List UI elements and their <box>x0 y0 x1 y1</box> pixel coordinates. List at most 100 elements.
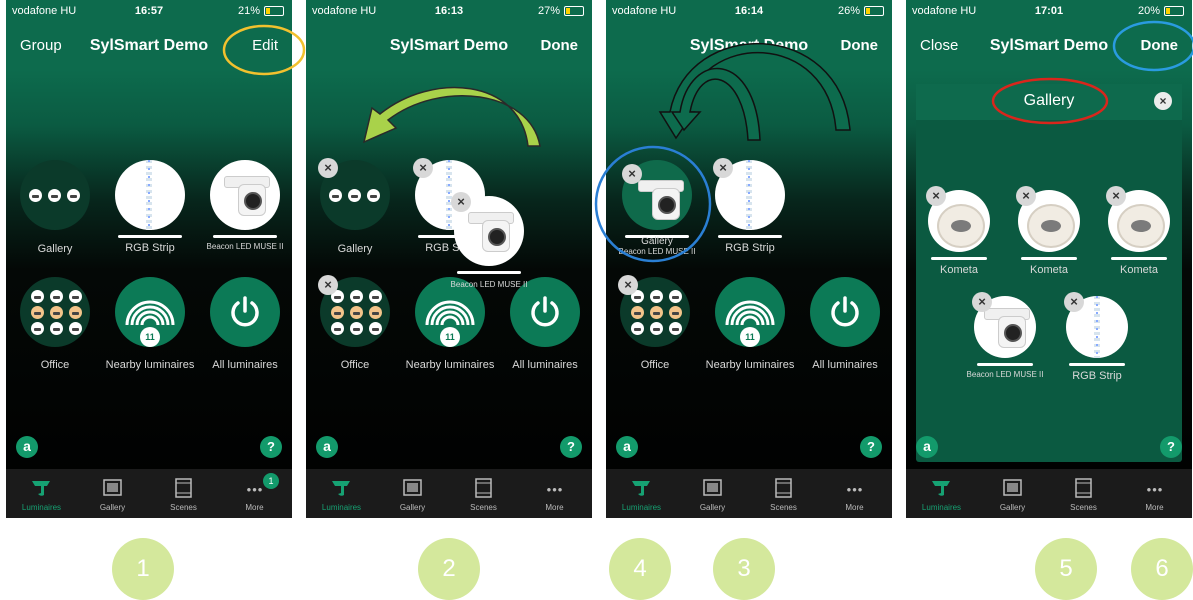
tile-bar <box>1069 363 1125 366</box>
help-button[interactable]: ? <box>860 436 882 458</box>
tile-bar <box>1111 257 1167 260</box>
tile-nearby-luminaires[interactable]: 11 Nearby luminaires <box>103 277 197 371</box>
tile-kometa-3[interactable]: Kometa <box>1094 190 1184 276</box>
remove-icon[interactable]: × <box>713 158 733 178</box>
tab-gallery[interactable]: Gallery <box>77 469 148 518</box>
battery-indicator: 20% <box>1138 5 1184 17</box>
remove-icon[interactable]: × <box>1064 292 1084 312</box>
tab-label: Scenes <box>1070 503 1097 512</box>
tile-label: Nearby luminaires <box>705 359 795 371</box>
scenes-icon <box>175 478 192 498</box>
edit-button[interactable]: Edit <box>252 37 278 54</box>
tile-label: Beacon LED MUSE II <box>206 242 284 251</box>
tab-luminaires[interactable]: Luminaires <box>906 469 977 518</box>
done-button[interactable]: Done <box>541 37 579 54</box>
tile-office[interactable]: Office <box>8 277 102 371</box>
tab-bar: Luminaires Gallery Scenes ••• More <box>306 469 592 518</box>
gallery-icon <box>703 479 722 496</box>
power-icon <box>810 277 880 347</box>
tile-nearby-luminaires[interactable]: 11 Nearby luminaires <box>703 277 797 371</box>
led-strip-icon <box>115 160 185 230</box>
remove-icon[interactable]: × <box>622 164 642 184</box>
tab-gallery[interactable]: Gallery <box>977 469 1048 518</box>
scenes-icon <box>475 478 492 498</box>
tab-scenes[interactable]: Scenes <box>448 469 519 518</box>
gallery-group-panel: Gallery × Kometa × Kometa × Kometa × Bea… <box>916 84 1182 462</box>
remove-icon[interactable]: × <box>618 275 638 295</box>
count-badge: 11 <box>740 327 760 347</box>
step-marker-6: 6 <box>1131 538 1193 600</box>
luminaires-icon <box>32 481 50 496</box>
tile-label: Beacon LED MUSE II <box>966 370 1044 379</box>
tile-all-luminaires[interactable]: All luminaires <box>198 277 292 371</box>
signal-icon: 11 <box>115 277 185 347</box>
tile-label: Office <box>40 359 70 371</box>
tab-more[interactable]: ••• 1 More <box>219 469 290 518</box>
tab-more[interactable]: ••• More <box>819 469 890 518</box>
tab-label: Scenes <box>470 503 497 512</box>
tile-beacon-led[interactable]: Beacon LED MUSE II <box>198 160 292 251</box>
remove-icon[interactable]: × <box>413 158 433 178</box>
tile-all-luminaires[interactable]: All luminaires <box>798 277 892 371</box>
tab-scenes[interactable]: Scenes <box>748 469 819 518</box>
tab-bar: Luminaires Gallery Scenes ••• More <box>606 469 892 518</box>
count-badge: 11 <box>140 327 160 347</box>
clear-icon[interactable]: × <box>1154 92 1172 110</box>
more-icon: ••• <box>546 482 564 497</box>
signal-icon: 11 <box>715 277 785 347</box>
gallery-name-field[interactable]: Gallery <box>916 92 1182 110</box>
tab-scenes[interactable]: Scenes <box>148 469 219 518</box>
tab-more[interactable]: ••• More <box>1119 469 1190 518</box>
tile-label: Kometa <box>1120 264 1158 276</box>
remove-icon[interactable]: × <box>318 158 338 178</box>
help-button[interactable]: ? <box>260 436 282 458</box>
scenes-icon <box>775 478 792 498</box>
tile-bar <box>718 235 782 238</box>
assistant-button[interactable]: a <box>916 436 938 458</box>
gallery-panel-header: Gallery × <box>916 84 1182 120</box>
tab-luminaires[interactable]: Luminaires <box>6 469 77 518</box>
remove-icon[interactable]: × <box>1016 186 1036 206</box>
tile-nearby-luminaires[interactable]: 11 Nearby luminaires <box>403 277 497 371</box>
assistant-button[interactable]: a <box>316 436 338 458</box>
tab-gallery[interactable]: Gallery <box>377 469 448 518</box>
tile-rgb-strip[interactable]: RGB Strip <box>103 160 197 254</box>
tab-label: Luminaires <box>921 503 962 512</box>
status-bar: vodafone HU 16:14 26% <box>606 0 892 20</box>
tile-label: Office <box>640 359 670 371</box>
assistant-button[interactable]: a <box>616 436 638 458</box>
power-icon <box>210 277 280 347</box>
tab-label: More <box>545 503 564 512</box>
luminaires-icon <box>632 481 650 496</box>
gallery-icon <box>1003 479 1022 496</box>
remove-icon[interactable]: × <box>451 192 471 212</box>
tab-scenes[interactable]: Scenes <box>1048 469 1119 518</box>
tab-more[interactable]: ••• More <box>519 469 590 518</box>
luminaires-icon <box>932 481 950 496</box>
remove-icon[interactable]: × <box>926 186 946 206</box>
tile-all-luminaires[interactable]: All luminaires <box>498 277 592 371</box>
remove-icon[interactable]: × <box>318 275 338 295</box>
tab-label: Scenes <box>170 503 197 512</box>
done-button[interactable]: Done <box>841 37 879 54</box>
help-button[interactable]: ? <box>1160 436 1182 458</box>
count-badge: 11 <box>440 327 460 347</box>
help-button[interactable]: ? <box>560 436 582 458</box>
remove-icon[interactable]: × <box>1106 186 1126 206</box>
tile-kometa-2[interactable]: Kometa <box>1004 190 1094 276</box>
status-bar: vodafone HU 16:13 27% <box>306 0 592 20</box>
tile-rgb-strip[interactable]: RGB Strip <box>1052 296 1142 382</box>
tab-luminaires[interactable]: Luminaires <box>306 469 377 518</box>
assistant-button[interactable]: a <box>16 436 38 458</box>
status-bar: vodafone HU 17:01 20% <box>906 0 1192 20</box>
tile-label: Nearby luminaires <box>405 359 495 371</box>
tile-gallery[interactable]: Gallery <box>8 160 102 255</box>
tile-label: Kometa <box>1030 264 1068 276</box>
tab-gallery[interactable]: Gallery <box>677 469 748 518</box>
tile-kometa-1[interactable]: Kometa <box>914 190 1004 276</box>
battery-percent: 27% <box>537 5 560 17</box>
remove-icon[interactable]: × <box>972 292 992 312</box>
tab-label: More <box>845 503 864 512</box>
done-button[interactable]: Done <box>1141 37 1179 54</box>
tab-luminaires[interactable]: Luminaires <box>606 469 677 518</box>
